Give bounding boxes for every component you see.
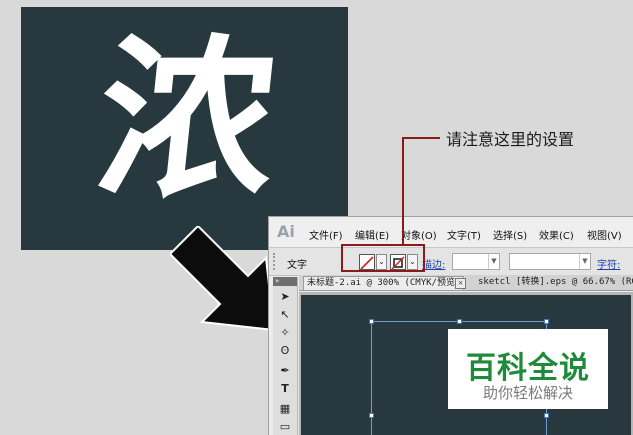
resize-handle[interactable] — [457, 319, 462, 324]
menu-effect[interactable]: 效果(C) — [539, 227, 574, 242]
lasso-icon[interactable]: ʘ — [276, 343, 294, 359]
menu-file[interactable]: 文件(F) — [309, 227, 343, 242]
menu-object[interactable]: 对象(O) — [401, 227, 437, 242]
resize-handle[interactable] — [544, 319, 549, 324]
tab-sketch[interactable]: sketcl [转换].eps @ 66.67% (RGB/预 — [475, 276, 633, 289]
close-icon[interactable]: × — [455, 278, 466, 289]
app-logo: Ai — [277, 222, 295, 241]
tools-panel-header[interactable]: » — [273, 277, 297, 286]
menu-bar: Ai 文件(F) 编辑(E) 对象(O) 文字(T) 选择(S) 效果(C) 视… — [269, 217, 633, 248]
grid-tool-icon[interactable]: ▦ — [276, 401, 294, 417]
menu-type[interactable]: 文字(T) — [447, 227, 481, 242]
character-label[interactable]: 字符: — [597, 256, 620, 271]
menu-edit[interactable]: 编辑(E) — [355, 227, 389, 242]
magic-wand-icon[interactable]: ✧ — [276, 325, 294, 341]
resize-handle[interactable] — [544, 413, 549, 418]
stroke-label[interactable]: 描边: — [422, 256, 445, 271]
hero-character: 浓 — [88, 18, 286, 223]
watermark: 百科全说 助你轻松解决 — [448, 329, 608, 409]
resize-handle[interactable] — [369, 413, 374, 418]
resize-handle[interactable] — [369, 319, 374, 324]
type-icon[interactable]: T — [276, 381, 294, 397]
document-tabs: 未标题-2.ai @ 300% (CMYK/预览) × sketcl [转换].… — [299, 275, 633, 291]
hero-image: 浓 — [21, 7, 348, 250]
swatch-highlight-box — [341, 244, 425, 272]
menu-select[interactable]: 选择(S) — [493, 227, 527, 242]
chevron-down-icon[interactable]: ▼ — [579, 254, 590, 269]
control-bar: 文字 ⌄ ⌄ 描边: ▼ ▼ 字符: — [269, 248, 633, 276]
menu-view[interactable]: 视图(V) — [587, 227, 622, 242]
watermark-subtitle: 助你轻松解决 — [482, 384, 573, 402]
style-select[interactable]: ▼ — [509, 253, 591, 270]
control-mode-label: 文字 — [287, 260, 307, 271]
annotation-text: 请注意这里的设置 — [446, 130, 575, 149]
pen-icon[interactable]: ✒ — [276, 363, 294, 379]
chevron-down-icon[interactable]: ▼ — [488, 254, 499, 269]
panel-grip-icon[interactable] — [273, 253, 280, 270]
watermark-title: 百科全说 — [466, 351, 590, 386]
direct-selection-icon[interactable]: ↖ — [276, 307, 294, 323]
tab-untitled-2[interactable]: 未标题-2.ai @ 300% (CMYK/预览) — [303, 276, 465, 290]
selection-arrow-icon[interactable]: ➤ — [276, 289, 294, 305]
tools-panel: » ➤ ↖ ✧ ʘ ✒ T ▦ ▭ — [273, 277, 298, 435]
rectangle-icon[interactable]: ▭ — [276, 419, 294, 435]
stroke-weight-input[interactable]: ▼ — [452, 253, 500, 270]
